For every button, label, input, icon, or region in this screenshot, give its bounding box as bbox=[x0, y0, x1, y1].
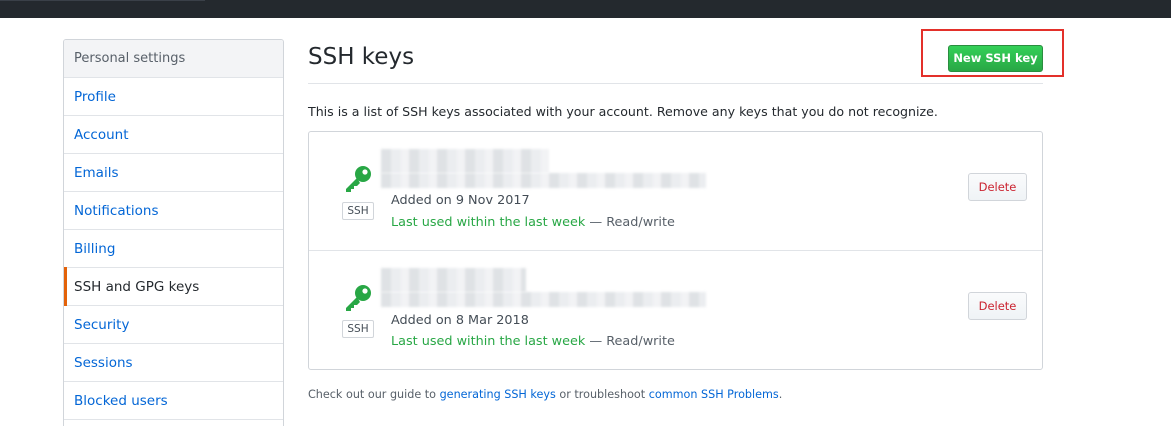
ssh-type-badge: SSH bbox=[342, 202, 374, 220]
ssh-keys-list: SSH Added on 9 Nov 2017 Last used within… bbox=[308, 131, 1043, 370]
sidebar-item-sessions[interactable]: Sessions bbox=[64, 344, 283, 382]
key-added-date: Added on 9 Nov 2017 bbox=[391, 193, 530, 208]
delete-key-button[interactable]: Delete bbox=[968, 173, 1027, 201]
selected-indicator bbox=[64, 267, 67, 306]
last-used-text: Last used within the last week bbox=[391, 215, 586, 230]
sidebar-item-account[interactable]: Account bbox=[64, 116, 283, 154]
sidebar-item-ssh-gpg-keys[interactable]: SSH and GPG keys bbox=[64, 267, 283, 306]
sidebar-item-label: SSH and GPG keys bbox=[74, 279, 200, 295]
new-ssh-key-button[interactable]: New SSH key bbox=[948, 45, 1043, 72]
redacted-key-title bbox=[381, 268, 526, 292]
delete-key-button[interactable]: Delete bbox=[968, 292, 1027, 320]
key-added-date: Added on 8 Mar 2018 bbox=[391, 313, 529, 328]
sidebar-item-blocked-users[interactable]: Blocked users bbox=[64, 382, 283, 420]
top-navigation-bar bbox=[0, 0, 1171, 18]
ssh-key-row: SSH Added on 9 Nov 2017 Last used within… bbox=[309, 132, 1042, 251]
page-title: SSH keys bbox=[308, 44, 415, 70]
access-level: — Read/write bbox=[585, 215, 675, 230]
sidebar-item-billing[interactable]: Billing bbox=[64, 230, 283, 268]
sidebar-item-security[interactable]: Security bbox=[64, 306, 283, 344]
sidebar-item-emails[interactable]: Emails bbox=[64, 154, 283, 192]
sidebar-header: Personal settings bbox=[64, 40, 283, 78]
topbar-accent bbox=[0, 0, 205, 1]
settings-sidebar: Personal settings Profile Account Emails… bbox=[63, 39, 284, 426]
key-last-used: Last used within the last week — Read/wr… bbox=[391, 334, 675, 349]
sidebar-item-profile[interactable]: Profile bbox=[64, 78, 283, 116]
guide-prefix: Check out our guide to bbox=[308, 388, 440, 401]
key-icon bbox=[346, 285, 371, 311]
last-used-text: Last used within the last week bbox=[391, 334, 586, 349]
guide-suffix: . bbox=[778, 388, 783, 401]
common-ssh-problems-link[interactable]: common SSH Problems bbox=[649, 388, 779, 401]
sidebar-item-notifications[interactable]: Notifications bbox=[64, 192, 283, 230]
key-last-used: Last used within the last week — Read/wr… bbox=[391, 215, 675, 230]
guide-text: Check out our guide to generating SSH ke… bbox=[308, 388, 782, 401]
intro-text: This is a list of SSH keys associated wi… bbox=[308, 104, 938, 119]
guide-middle: or troubleshoot bbox=[555, 388, 649, 401]
title-divider bbox=[308, 83, 1043, 84]
ssh-type-badge: SSH bbox=[342, 320, 374, 338]
generating-ssh-keys-link[interactable]: generating SSH keys bbox=[440, 388, 556, 401]
redacted-key-fingerprint bbox=[381, 173, 706, 188]
key-icon bbox=[346, 166, 371, 192]
ssh-key-row: SSH Added on 8 Mar 2018 Last used within… bbox=[309, 251, 1042, 370]
redacted-key-title bbox=[381, 149, 549, 173]
redacted-key-fingerprint bbox=[381, 292, 706, 307]
access-level: — Read/write bbox=[585, 334, 675, 349]
